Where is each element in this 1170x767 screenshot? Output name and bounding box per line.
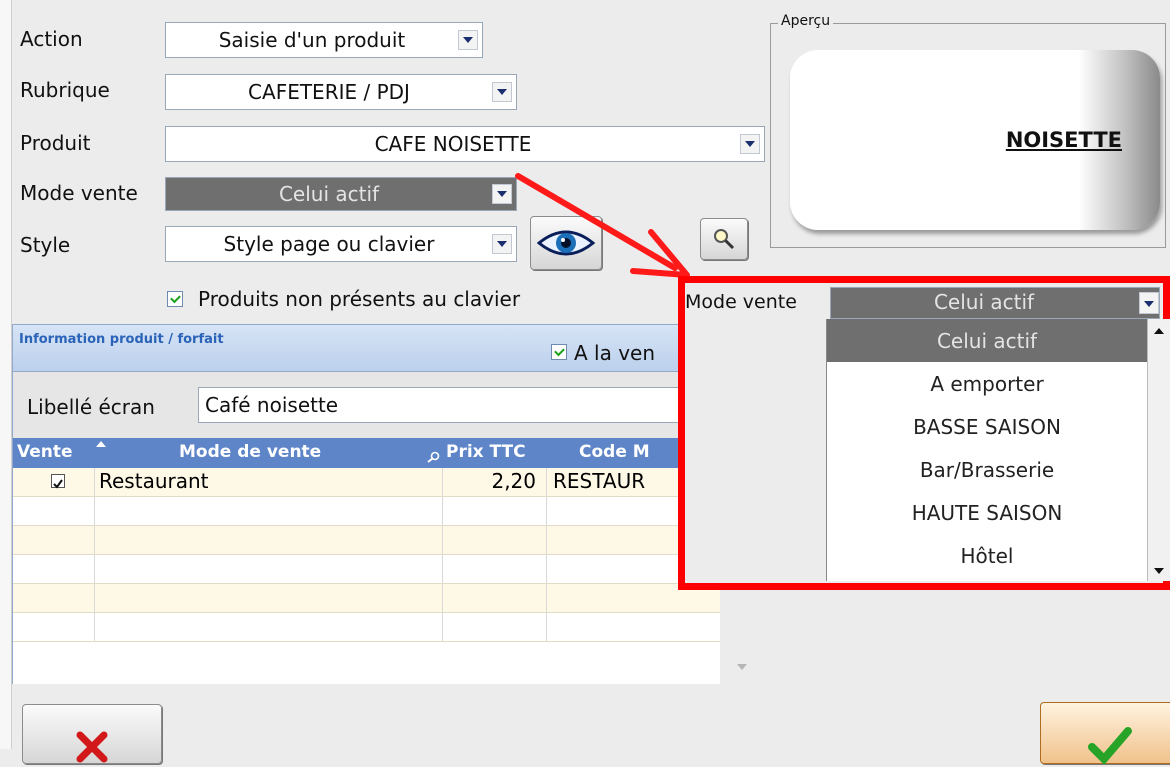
libelle-label: Libellé écran <box>27 395 155 419</box>
grid-header: Vente Mode de vente Prix TTC Code M <box>13 438 766 468</box>
cancel-button[interactable] <box>22 704 162 764</box>
rubrique-select[interactable]: CAFETERIE / PDJ <box>165 74 517 110</box>
chevron-down-icon[interactable] <box>1153 567 1165 575</box>
key-preview-label: NOISETTE <box>1005 128 1122 152</box>
style-select-value: Style page ou clavier <box>223 232 435 256</box>
mode-vente-label: Mode vente <box>20 181 138 205</box>
table-row[interactable] <box>13 584 720 613</box>
chevron-down-icon[interactable] <box>492 234 512 254</box>
check-icon <box>53 479 63 489</box>
confirm-button[interactable] <box>1040 702 1170 765</box>
red-arrow <box>515 173 690 278</box>
table-row[interactable]: Restaurant 2,20 RESTAUR <box>13 468 720 497</box>
callout-box: Mode vente Celui actif Celui actif A emp… <box>678 276 1170 590</box>
callout-mode-vente-value: Celui actif <box>933 290 1035 314</box>
col-code-header[interactable]: Code M <box>579 442 650 462</box>
row-prix: 2,20 <box>443 468 547 496</box>
apercu-title: Aperçu <box>778 13 834 29</box>
rubrique-label: Rubrique <box>20 78 110 102</box>
window-left-edge <box>0 0 12 749</box>
chevron-up-icon[interactable] <box>1153 327 1165 335</box>
chevron-down-icon[interactable] <box>492 184 512 204</box>
a-la-vente-checkbox[interactable] <box>551 344 567 360</box>
dropdown-option[interactable]: BASSE SAISON <box>827 405 1147 448</box>
info-panel-title: Information produit / forfait <box>19 332 224 347</box>
search-button[interactable] <box>700 218 748 260</box>
key-preview: NOISETTE <box>790 50 1160 230</box>
grid-body: Restaurant 2,20 RESTAUR <box>13 468 720 684</box>
dropdown-option-selected[interactable]: Celui actif <box>827 319 1147 362</box>
action-select-value: Saisie d'un produit <box>218 28 406 52</box>
dropdown-option[interactable]: HAUTE SAISON <box>827 491 1147 534</box>
cancel-x-icon <box>76 731 108 763</box>
chevron-down-icon[interactable] <box>740 134 760 154</box>
style-select[interactable]: Style page ou clavier <box>165 226 517 262</box>
col-prix-header[interactable]: Prix TTC <box>446 442 526 462</box>
action-select[interactable]: Saisie d'un produit <box>165 22 483 58</box>
produit-select[interactable]: CAFE NOISETTE <box>165 126 765 162</box>
row-vente-checkbox[interactable] <box>51 474 65 489</box>
dropdown-option[interactable]: A emporter <box>827 362 1147 405</box>
sort-up-icon <box>96 441 106 447</box>
row-mode: Restaurant <box>95 468 443 496</box>
dropdown-option[interactable]: Bar/Brasserie <box>827 448 1147 491</box>
mode-vente-select-value: Celui actif <box>278 182 380 206</box>
mode-vente-select[interactable]: Celui actif <box>165 177 517 211</box>
callout-mode-vente-label: Mode vente <box>685 291 797 313</box>
table-row[interactable] <box>13 497 720 526</box>
confirm-check-icon <box>1088 727 1132 765</box>
table-row[interactable] <box>13 613 720 642</box>
chevron-down-icon[interactable] <box>458 30 478 50</box>
search-filter-icon <box>427 451 440 463</box>
chevron-down-icon[interactable] <box>492 82 512 102</box>
magnifier-icon <box>714 229 735 250</box>
chevron-down-icon[interactable] <box>1139 292 1159 314</box>
non-presents-label: Produits non présents au clavier <box>198 287 521 311</box>
chevron-down-icon[interactable] <box>736 663 748 671</box>
dropdown-scrollbar[interactable] <box>1148 319 1170 581</box>
style-label: Style <box>20 233 71 257</box>
col-vente-header[interactable]: Vente <box>17 442 73 462</box>
mode-vente-dropdown-list[interactable]: Celui actif A emporter BASSE SAISON Bar/… <box>826 319 1148 581</box>
action-label: Action <box>20 27 83 51</box>
produit-label: Produit <box>20 131 91 155</box>
non-presents-checkbox[interactable] <box>167 291 183 307</box>
table-row[interactable] <box>13 526 720 555</box>
dropdown-option[interactable]: Hôtel <box>827 534 1147 577</box>
table-row[interactable] <box>13 555 720 584</box>
produit-select-value: CAFE NOISETTE <box>374 132 532 156</box>
a-la-vente-label: A la ven <box>574 341 656 365</box>
col-mode-header[interactable]: Mode de vente <box>179 442 321 462</box>
callout-mode-vente-select[interactable]: Celui actif <box>830 287 1160 319</box>
rubrique-select-value: CAFETERIE / PDJ <box>248 80 410 104</box>
